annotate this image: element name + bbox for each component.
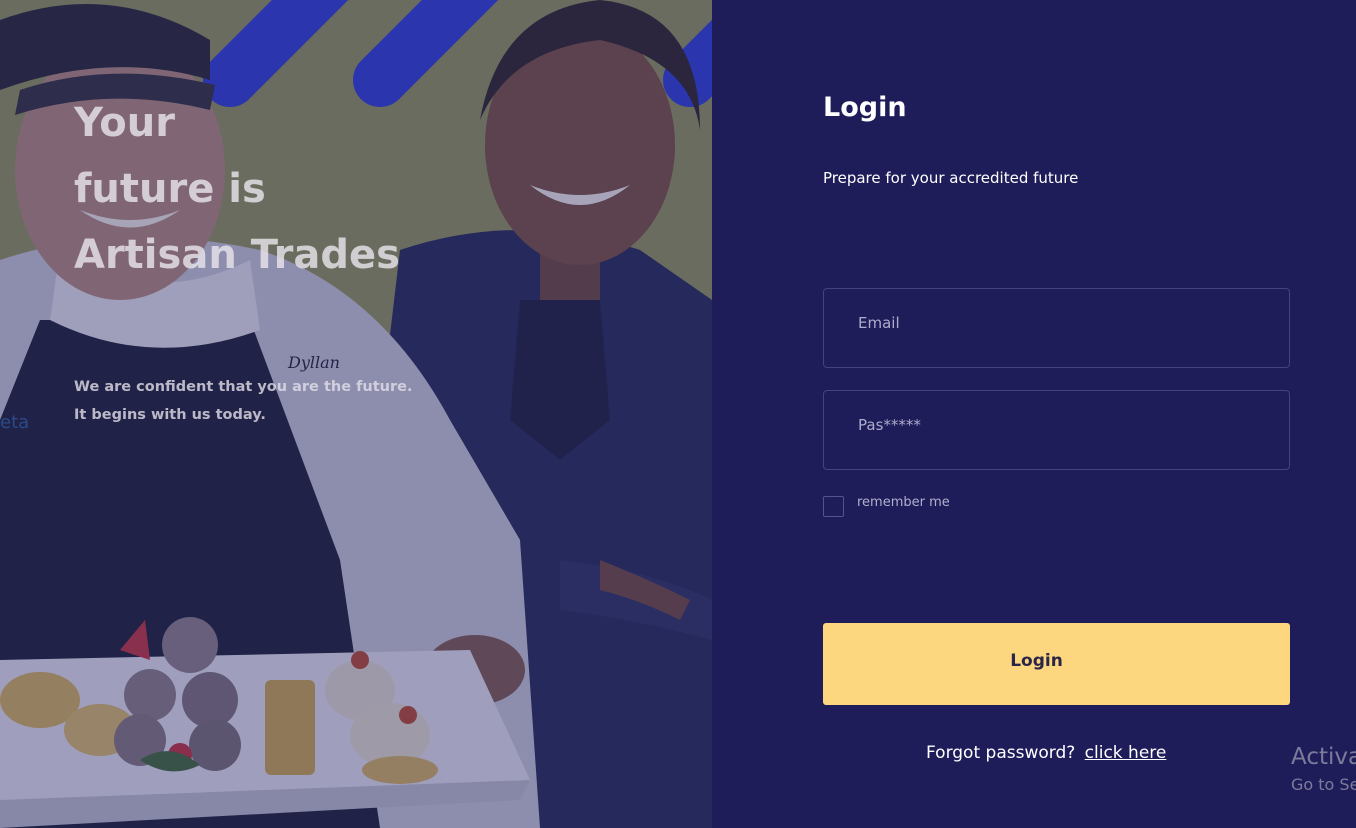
password-field[interactable] <box>823 390 1290 470</box>
remember-me-checkbox[interactable] <box>823 496 844 517</box>
forgot-password-text: Forgot password? <box>926 743 1076 763</box>
login-subtitle: Prepare for your accredited future <box>823 169 1079 187</box>
remember-me-label: remember me <box>857 494 950 510</box>
forgot-password-link[interactable]: click here <box>1085 743 1167 763</box>
hero-title-line: Artisan Trades <box>74 232 400 278</box>
watermark-line1: Activate Windows <box>1291 744 1356 770</box>
hero-panel: Dyllan eta Your future is Artisan Trades… <box>0 0 712 828</box>
login-button[interactable]: Login <box>823 623 1290 705</box>
login-panel: Login Prepare for your accredited future… <box>712 0 1356 828</box>
hero-subtitle-line: We are confident that you are the future… <box>74 379 413 395</box>
activate-windows-watermark: Activate Windows Go to Settings to activ… <box>1291 740 1356 796</box>
hero-subtitle: We are confident that you are the future… <box>74 373 474 429</box>
hero-title-line: future is <box>74 166 266 212</box>
hero-title: Your future is Artisan Trades <box>74 90 434 288</box>
hero-subtitle-line: It begins with us today. <box>74 407 266 423</box>
login-title: Login <box>823 92 907 123</box>
remember-me[interactable]: remember me <box>823 493 950 517</box>
watermark-line2: Go to Settings to activate Windows. <box>1291 775 1356 794</box>
email-field[interactable] <box>823 288 1290 368</box>
login-page: Dyllan eta Your future is Artisan Trades… <box>0 0 1356 828</box>
forgot-password: Forgot password? click here <box>926 740 1166 766</box>
hero-title-line: Your <box>74 100 175 146</box>
